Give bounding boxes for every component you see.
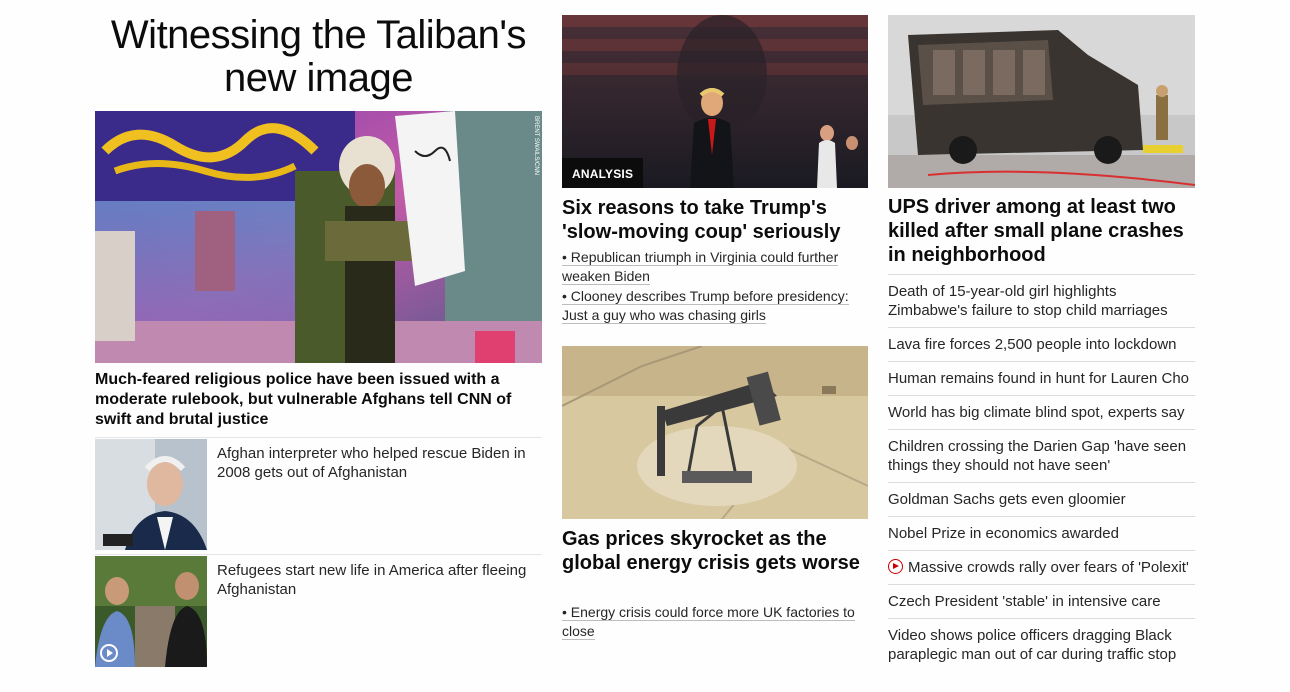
headline-item-video[interactable]: Massive crowds rally over fears of 'Pole…: [888, 550, 1195, 584]
headline-item[interactable]: Czech President 'stable' in intensive ca…: [888, 584, 1195, 618]
video-play-icon: [888, 559, 903, 574]
related-link[interactable]: • Republican triumph in Virginia could f…: [562, 248, 862, 286]
photo-credit: BRENT SWAILS/CNN: [533, 116, 539, 175]
headline-item[interactable]: Children crossing the Darien Gap 'have s…: [888, 429, 1195, 482]
hero-image[interactable]: BRENT SWAILS/CNN: [95, 111, 542, 363]
headline-item[interactable]: Video shows police officers dragging Bla…: [888, 618, 1195, 671]
hero-caption-link[interactable]: Much-feared religious police have been i…: [95, 370, 535, 430]
card-headline[interactable]: Gas prices skyrocket as the global energ…: [562, 527, 868, 575]
list-item[interactable]: Afghan interpreter who helped rescue Bid…: [95, 437, 542, 554]
taliban-shop-photo: BRENT SWAILS/CNN: [95, 111, 542, 363]
headline-item[interactable]: Human remains found in hunt for Lauren C…: [888, 361, 1195, 395]
right-headline[interactable]: UPS driver among at least two killed aft…: [888, 195, 1195, 267]
thumb-link-text[interactable]: Refugees start new life in America after…: [217, 561, 542, 599]
thumb-link-text[interactable]: Afghan interpreter who helped rescue Bid…: [217, 444, 542, 482]
video-play-icon: [100, 644, 118, 662]
headline-item[interactable]: Nobel Prize in economics awarded: [888, 516, 1195, 550]
related-link[interactable]: • Energy crisis could force more UK fact…: [562, 603, 862, 641]
headline-list: Death of 15-year-old girl highlights Zim…: [888, 274, 1195, 671]
list-item[interactable]: Refugees start new life in America after…: [95, 554, 542, 671]
card-headline[interactable]: Six reasons to take Trump's 'slow-moving…: [562, 196, 868, 244]
refugees-thumbnail[interactable]: [95, 556, 207, 667]
feature-banner-title[interactable]: Witnessing the Taliban's new image: [95, 14, 542, 100]
oil-pump-image[interactable]: [562, 346, 868, 519]
headline-item[interactable]: World has big climate blind spot, expert…: [888, 395, 1195, 429]
analysis-badge: ANALYSIS: [562, 158, 644, 188]
biden-thumbnail[interactable]: [95, 439, 207, 550]
headline-item[interactable]: Goldman Sachs gets even gloomier: [888, 482, 1195, 516]
plane-crash-image[interactable]: [888, 15, 1195, 188]
headline-item[interactable]: Lava fire forces 2,500 people into lockd…: [888, 327, 1195, 361]
trump-rally-image[interactable]: ANALYSIS: [562, 15, 868, 188]
related-link[interactable]: • Clooney describes Trump before preside…: [562, 287, 862, 325]
headline-item[interactable]: Death of 15-year-old girl highlights Zim…: [888, 274, 1195, 327]
feature-column: Witnessing the Taliban's new image BRENT…: [95, 14, 542, 667]
